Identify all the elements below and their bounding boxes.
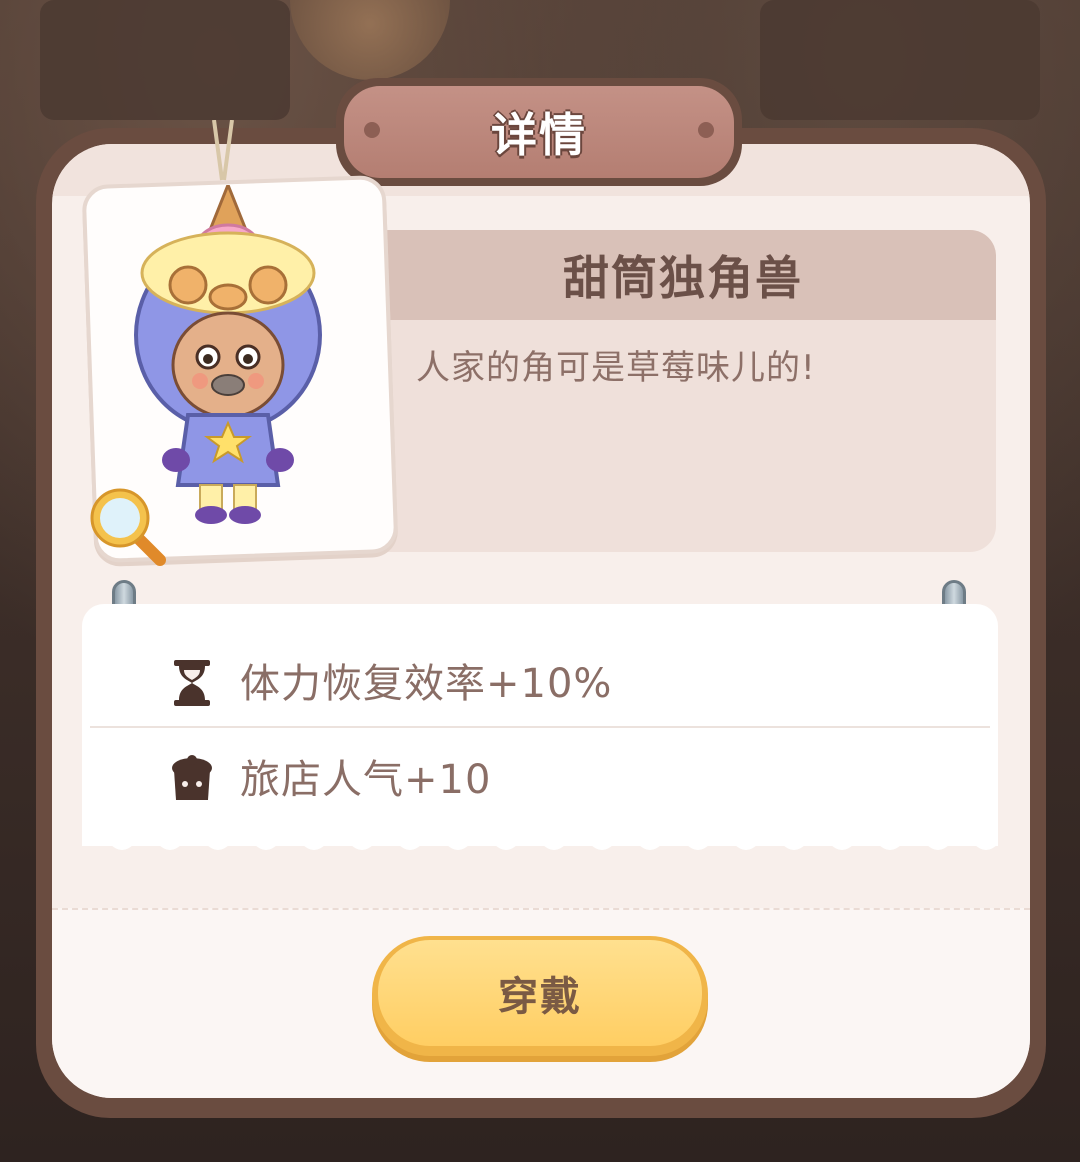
dialog-title: 详情 bbox=[491, 108, 587, 162]
item-description: 人家的角可是草莓味儿的! bbox=[416, 348, 816, 388]
effect-row-stamina: 体力恢复效率+10% bbox=[90, 634, 990, 726]
effect-stamina-text: 体力恢复效率+10% bbox=[240, 661, 613, 707]
title-plaque: 详情 bbox=[336, 78, 742, 186]
effect-row-popularity: 旅店人气+10 bbox=[90, 730, 990, 822]
unicorn-costume-character[interactable] bbox=[128, 185, 328, 525]
plaque-rivet-right bbox=[698, 122, 714, 138]
magnifier-icon[interactable] bbox=[86, 484, 170, 568]
wear-button-label: 穿戴 bbox=[498, 974, 582, 1020]
effects-divider bbox=[90, 726, 990, 728]
plaque-rivet-left bbox=[364, 122, 380, 138]
popularity-cake-icon bbox=[172, 755, 212, 800]
item-name-header: 甜筒独角兽 bbox=[330, 230, 996, 320]
background-cabinet-right bbox=[760, 0, 1040, 120]
effect-popularity-text: 旅店人气+10 bbox=[240, 757, 492, 803]
item-info-box: 甜筒独角兽 人家的角可是草莓味儿的! bbox=[330, 230, 996, 552]
hourglass-icon bbox=[174, 660, 210, 706]
wear-button[interactable]: 穿戴 bbox=[372, 936, 708, 1056]
background-shelf-left bbox=[40, 0, 290, 120]
effects-card-wave-edge bbox=[82, 832, 998, 850]
item-name: 甜筒独角兽 bbox=[563, 251, 803, 305]
